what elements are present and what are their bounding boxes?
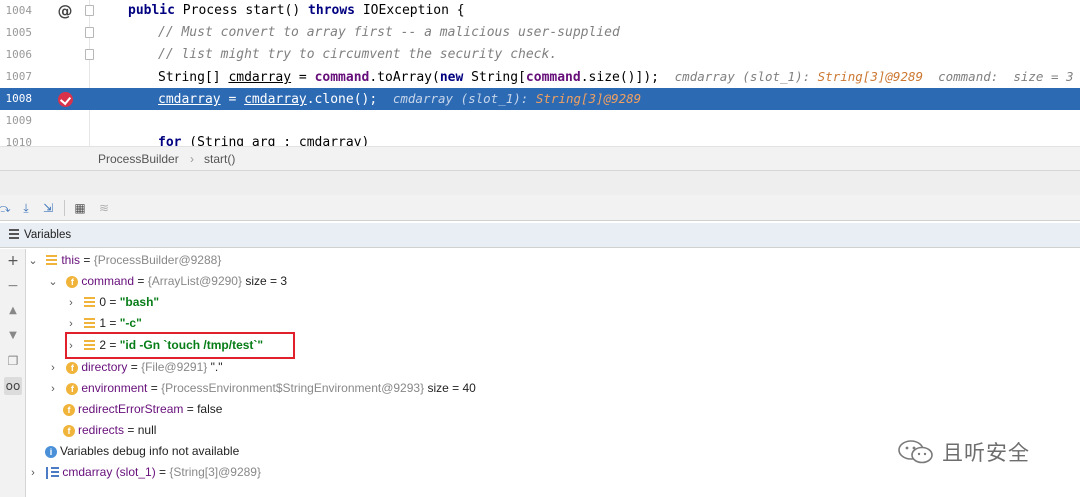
code-line-1009[interactable]: 1009 — [0, 110, 1080, 132]
code-text: public Process start() throws IOExceptio… — [128, 3, 465, 18]
tree-row-redirect-error-stream[interactable]: f redirectErrorStream = false — [59, 399, 222, 420]
field-icon: f — [63, 424, 75, 437]
copy-icon[interactable]: ❐ — [4, 352, 22, 370]
remove-watch-icon[interactable]: − — [4, 277, 22, 295]
line-number: 1007 — [5, 70, 33, 83]
field-icon: f — [63, 403, 75, 416]
breadcrumb-class[interactable]: ProcessBuilder — [98, 152, 179, 166]
show-watches-glasses-icon[interactable]: oo — [4, 377, 22, 395]
add-watch-icon[interactable]: + — [4, 252, 22, 270]
fold-marker-icon[interactable] — [85, 5, 94, 16]
tree-row-item-1[interactable]: › 1 = "-c" — [65, 313, 142, 334]
expand-arrow-icon[interactable]: › — [27, 463, 39, 484]
code-text: String[] cmdarray = command.toArray(new … — [158, 69, 1074, 85]
code-text: // Must convert to array first -- a mali… — [158, 25, 620, 40]
move-down-icon[interactable]: ▼ — [4, 327, 22, 345]
override-at-icon[interactable]: @ — [56, 2, 74, 20]
fold-marker-icon[interactable] — [85, 27, 94, 38]
step-over-icon[interactable]: ⤼ — [0, 200, 12, 216]
tree-row-info: i Variables debug info not available — [41, 441, 239, 462]
force-step-into-icon[interactable]: ⇲ — [40, 200, 56, 216]
field-icon: f — [66, 361, 79, 374]
object-icon — [46, 255, 58, 267]
evaluate-expression-icon[interactable]: ▦ — [72, 200, 88, 216]
array-element-icon — [84, 297, 96, 309]
debug-tabs-bar — [0, 171, 1080, 195]
step-into-icon[interactable]: ⤓ — [18, 200, 34, 216]
expand-arrow-icon[interactable]: › — [65, 293, 77, 314]
code-line-1010[interactable]: 1010 for (String arg : cmdarray) — [0, 132, 1080, 146]
fold-marker-icon[interactable] — [85, 49, 94, 60]
breadcrumb: ProcessBuilder › start() — [0, 146, 1080, 171]
code-line-1008-current[interactable]: 1008 cmdarray = cmdarray.clone(); cmdarr… — [0, 88, 1080, 110]
variables-side-toolbar: + − ▲ ▼ ❐ oo — [0, 249, 26, 497]
code-text: for (String arg : cmdarray) — [158, 135, 370, 146]
trace-stream-icon[interactable]: ≋ — [96, 200, 112, 216]
line-number: 1008 — [5, 92, 33, 105]
panel-menu-icon[interactable] — [9, 229, 19, 239]
watermark-text: 且听安全 — [942, 441, 1030, 465]
tree-row-command[interactable]: ⌄ f command = {ArrayList@9290} size = 3 — [47, 271, 287, 292]
info-icon: i — [45, 445, 57, 458]
highlight-annotation-box — [65, 332, 295, 359]
code-text: cmdarray = cmdarray.clone(); cmdarray (s… — [158, 91, 642, 107]
tree-row-cmdarray[interactable]: › cmdarray (slot_1) = {String[3]@9289} — [27, 462, 261, 483]
toolbar-separator — [64, 200, 65, 216]
array-variable-icon — [46, 466, 60, 479]
collapse-arrow-icon[interactable]: ⌄ — [47, 272, 59, 293]
inline-debug-hint: cmdarray (slot_1): String[3]@9289 — [392, 91, 642, 106]
tree-row-item-0[interactable]: › 0 = "bash" — [65, 292, 159, 313]
field-icon: f — [66, 275, 79, 288]
code-editor[interactable]: 1004 @ public Process start() throws IOE… — [0, 0, 1080, 146]
code-line-1006[interactable]: 1006 // list might try to circumvent the… — [0, 44, 1080, 66]
wechat-logo-icon — [898, 440, 933, 464]
array-element-icon — [84, 318, 96, 330]
collapse-arrow-icon[interactable]: ⌄ — [27, 251, 39, 272]
line-number: 1006 — [5, 48, 33, 61]
code-text: // list might try to circumvent the secu… — [158, 47, 558, 62]
code-line-1007[interactable]: 1007 String[] cmdarray = command.toArray… — [0, 66, 1080, 88]
line-number: 1005 — [5, 26, 33, 39]
move-up-icon[interactable]: ▲ — [4, 302, 22, 320]
code-line-1005[interactable]: 1005 // Must convert to array first -- a… — [0, 22, 1080, 44]
expand-arrow-icon[interactable]: › — [47, 358, 59, 379]
breakpoint-hit-icon[interactable] — [58, 92, 73, 107]
variables-panel-header: Variables — [0, 223, 1080, 248]
tree-row-directory[interactable]: › f directory = {File@9291} "." — [47, 357, 222, 379]
line-number: 1010 — [5, 136, 33, 146]
tree-row-environment[interactable]: › f environment = {ProcessEnvironment$Str… — [47, 378, 476, 399]
breadcrumb-separator: › — [190, 152, 194, 166]
breadcrumb-method[interactable]: start() — [204, 152, 235, 166]
expand-arrow-icon[interactable]: › — [47, 379, 59, 400]
debug-toolbar: ⤼ ⤓ ⇲ ▦ ≋ — [0, 195, 1080, 221]
code-line-1004[interactable]: 1004 @ public Process start() throws IOE… — [0, 0, 1080, 22]
field-icon: f — [66, 382, 79, 395]
tree-row-this[interactable]: ⌄ this = {ProcessBuilder@9288} — [27, 250, 221, 271]
variables-title: Variables — [24, 229, 72, 241]
tree-row-redirects[interactable]: f redirects = null — [59, 420, 156, 441]
inline-debug-hint: cmdarray (slot_1): String[3]@9289 comman… — [674, 69, 1074, 84]
line-number: 1004 — [5, 4, 33, 17]
line-number: 1009 — [5, 114, 33, 127]
